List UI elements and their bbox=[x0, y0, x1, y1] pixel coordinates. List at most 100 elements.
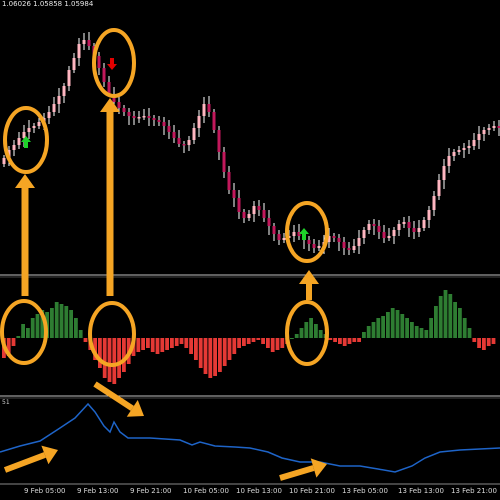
candle bbox=[172, 125, 176, 143]
highlight-circle bbox=[88, 301, 136, 367]
histogram-bar bbox=[227, 338, 232, 360]
candle bbox=[372, 219, 376, 235]
candle-body bbox=[27, 128, 31, 132]
histogram-bar bbox=[381, 316, 385, 338]
candle-body bbox=[447, 156, 451, 166]
candle-body bbox=[272, 226, 276, 234]
candle-body bbox=[217, 130, 221, 152]
candle-body bbox=[17, 138, 21, 145]
candle bbox=[312, 239, 316, 253]
histogram-bar bbox=[294, 334, 299, 338]
candle-body bbox=[452, 152, 456, 156]
histogram-bar bbox=[150, 338, 155, 352]
candle bbox=[52, 97, 56, 116]
candle-body bbox=[377, 226, 381, 232]
candle bbox=[97, 52, 101, 75]
histogram-bar bbox=[328, 338, 333, 340]
histogram-bar bbox=[443, 290, 448, 338]
candle-body bbox=[137, 117, 141, 119]
candle bbox=[362, 227, 366, 244]
candle bbox=[377, 220, 381, 239]
candle-body bbox=[167, 126, 171, 132]
candle-body bbox=[427, 210, 431, 220]
candle bbox=[347, 242, 351, 255]
candle-body bbox=[37, 122, 41, 126]
candle-body bbox=[122, 108, 126, 112]
histogram-bar bbox=[194, 338, 198, 360]
candle bbox=[237, 190, 241, 219]
candle bbox=[282, 233, 286, 243]
candle bbox=[272, 223, 276, 241]
candle-body bbox=[82, 40, 86, 44]
candle bbox=[492, 121, 496, 131]
candle-body bbox=[102, 68, 106, 82]
candle bbox=[457, 146, 461, 155]
candle-body bbox=[232, 190, 236, 198]
histogram-bar bbox=[136, 338, 141, 352]
candle-body bbox=[222, 152, 226, 172]
histogram-bar bbox=[208, 338, 213, 378]
candle bbox=[32, 123, 36, 133]
trading-chart[interactable] bbox=[0, 0, 500, 500]
histogram-bar bbox=[333, 338, 337, 342]
candle-body bbox=[87, 40, 91, 46]
candle bbox=[62, 83, 66, 103]
candle-body bbox=[362, 230, 366, 238]
candle-body bbox=[292, 232, 296, 236]
candle bbox=[267, 210, 271, 235]
candle-body bbox=[357, 238, 361, 246]
time-label-5: 10 Feb 13:00 bbox=[236, 487, 282, 495]
histogram-bar bbox=[419, 328, 424, 338]
candle bbox=[417, 220, 421, 237]
candle bbox=[72, 53, 76, 73]
histogram-bar bbox=[218, 338, 222, 372]
histogram-bar bbox=[189, 338, 193, 354]
histogram-bar bbox=[165, 338, 169, 350]
candle-body bbox=[132, 116, 136, 118]
candle bbox=[447, 148, 451, 173]
histogram-bar bbox=[390, 308, 395, 338]
histogram-bar bbox=[338, 338, 342, 344]
candle-body bbox=[127, 112, 131, 116]
candle bbox=[17, 132, 21, 149]
histogram-bar bbox=[242, 338, 246, 346]
histogram-bar bbox=[117, 338, 121, 378]
candle bbox=[207, 96, 211, 117]
histogram-bar bbox=[304, 322, 309, 338]
histogram-bar bbox=[410, 322, 414, 338]
histogram-bar bbox=[232, 338, 237, 354]
histogram-bar bbox=[458, 308, 462, 338]
candle-body bbox=[417, 228, 421, 232]
histogram-bar bbox=[203, 338, 208, 374]
histogram-bar bbox=[146, 338, 150, 348]
candle bbox=[127, 108, 131, 125]
candle bbox=[47, 106, 51, 124]
candle-body bbox=[267, 218, 271, 226]
candle bbox=[147, 108, 151, 126]
histogram-bar bbox=[429, 318, 433, 338]
ohlc-readout: 1.06026 1.05858 1.05984 bbox=[2, 0, 94, 8]
histogram-bar bbox=[69, 310, 73, 338]
candle bbox=[297, 224, 301, 240]
candle-body bbox=[227, 172, 231, 190]
candle bbox=[487, 124, 491, 135]
candle bbox=[387, 228, 391, 241]
histogram-bar bbox=[395, 310, 400, 338]
indicator-line bbox=[0, 402, 500, 473]
candle-body bbox=[32, 126, 36, 128]
up-arrow-annotation bbox=[15, 174, 35, 296]
candle-body bbox=[482, 130, 486, 134]
histogram-bar bbox=[54, 302, 59, 338]
candle bbox=[442, 159, 446, 189]
candle bbox=[397, 220, 401, 236]
candle bbox=[157, 116, 161, 126]
histogram-bar bbox=[414, 326, 419, 338]
histogram-bar bbox=[366, 326, 371, 338]
candle-body bbox=[257, 206, 261, 210]
candle-body bbox=[332, 236, 336, 238]
histogram-bar bbox=[50, 308, 54, 338]
candle-body bbox=[437, 180, 441, 196]
up-arrow-annotation bbox=[100, 98, 120, 296]
histogram-bar bbox=[486, 338, 491, 346]
candle bbox=[242, 209, 246, 223]
